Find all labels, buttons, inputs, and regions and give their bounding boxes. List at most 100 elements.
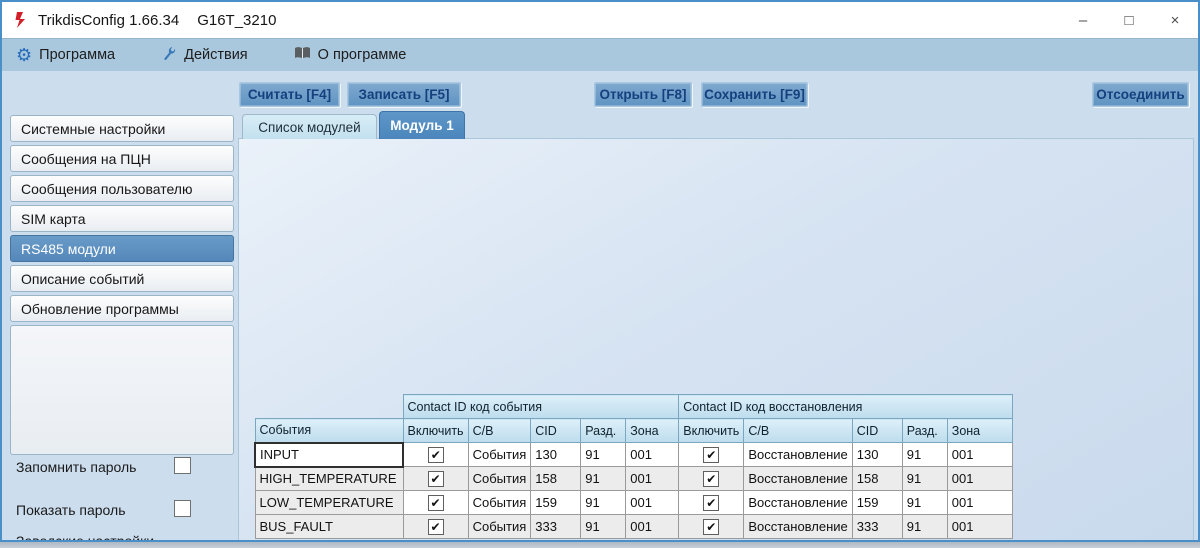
event-sv-cell[interactable]: События <box>468 443 531 467</box>
restore-enabled-checkbox[interactable]: ✔ <box>703 495 719 511</box>
event-enabled-checkbox[interactable]: ✔ <box>428 495 444 511</box>
trikdis-logo-icon <box>14 11 29 29</box>
restore-sv-cell[interactable]: Восстановление <box>744 467 852 491</box>
event-code-group-header: Contact ID код события <box>403 395 679 419</box>
event-name-cell[interactable]: BUS_FAULT <box>255 515 403 539</box>
restore-enabled-checkbox[interactable]: ✔ <box>703 519 719 535</box>
sidebar-nav: Системные настройки Сообщения на ПЦН Сообщ… <box>10 115 234 322</box>
event-name-cell[interactable]: LOW_TEMPERATURE <box>255 491 403 515</box>
event-cid-cell[interactable]: 333 <box>531 515 581 539</box>
event-partition-cell[interactable]: 91 <box>581 467 626 491</box>
event-zone-cell[interactable]: 001 <box>626 467 679 491</box>
menu-about[interactable]: О программе <box>294 46 407 64</box>
restore-enabled-cell[interactable]: ✔ <box>679 443 744 467</box>
sidebar-item-event-descriptions[interactable]: Описание событий <box>10 265 234 292</box>
window-shadow <box>0 542 1200 548</box>
sidebar-item-rs485-modules[interactable]: RS485 модули <box>10 235 234 262</box>
factory-settings-label: Заводские настройки <box>16 533 154 542</box>
sidebar-item-firmware-update[interactable]: Обновление программы <box>10 295 234 322</box>
event-enabled-cell[interactable]: ✔ <box>403 491 468 515</box>
app-window: TrikdisConfig 1.66.34 G16T_3210 – □ × ⚙ … <box>0 0 1200 542</box>
tab-module-list[interactable]: Список модулей <box>242 114 377 139</box>
table-row: LOW_TEMPERATURE✔События15991001✔Восстано… <box>255 491 1012 515</box>
window-title: TrikdisConfig 1.66.34 <box>38 12 179 29</box>
event-cid-cell[interactable]: 130 <box>531 443 581 467</box>
event-enabled-checkbox[interactable]: ✔ <box>428 519 444 535</box>
open-button[interactable]: Открыть [F8] <box>594 82 692 107</box>
event-enabled-checkbox[interactable]: ✔ <box>428 447 444 463</box>
sidebar-item-user-reporting[interactable]: Сообщения пользователю <box>10 175 234 202</box>
wrench-icon <box>161 45 177 65</box>
event-zone-cell[interactable]: 001 <box>626 515 679 539</box>
event-name-cell[interactable]: INPUT <box>255 443 403 467</box>
show-password-label: Показать пароль <box>16 502 126 518</box>
event-cid-cell[interactable]: 159 <box>531 491 581 515</box>
gear-icon: ⚙ <box>16 46 32 64</box>
restore-sv-cell[interactable]: Восстановление <box>744 443 852 467</box>
restore-partition-cell[interactable]: 91 <box>902 515 947 539</box>
restore-enabled-cell[interactable]: ✔ <box>679 515 744 539</box>
restore-zone-cell[interactable]: 001 <box>947 467 1012 491</box>
tab-module-1[interactable]: Модуль 1 <box>379 111 465 139</box>
restore-cid-cell[interactable]: 158 <box>852 467 902 491</box>
disconnect-button[interactable]: Отсоединить <box>1092 82 1189 107</box>
sidebar-item-system-settings[interactable]: Системные настройки <box>10 115 234 142</box>
menu-actions-label: Действия <box>184 47 248 63</box>
column-header-5: Зона <box>626 419 679 443</box>
restore-cid-cell[interactable]: 333 <box>852 515 902 539</box>
event-partition-cell[interactable]: 91 <box>581 491 626 515</box>
remember-password-checkbox[interactable] <box>174 457 191 474</box>
event-enabled-cell[interactable]: ✔ <box>403 515 468 539</box>
event-zone-cell[interactable]: 001 <box>626 443 679 467</box>
restore-zone-cell[interactable]: 001 <box>947 491 1012 515</box>
restore-zone-cell[interactable]: 001 <box>947 515 1012 539</box>
restore-zone-cell[interactable]: 001 <box>947 443 1012 467</box>
event-cid-cell[interactable]: 158 <box>531 467 581 491</box>
sidebar-item-sim-card[interactable]: SIM карта <box>10 205 234 232</box>
column-header-3: CID <box>531 419 581 443</box>
restore-enabled-cell[interactable]: ✔ <box>679 491 744 515</box>
table-corner-blank <box>255 395 403 419</box>
table-body: INPUT✔События13091001✔Восстановление1309… <box>255 443 1012 539</box>
restore-partition-cell[interactable]: 91 <box>902 491 947 515</box>
event-sv-cell[interactable]: События <box>468 515 531 539</box>
event-enabled-cell[interactable]: ✔ <box>403 467 468 491</box>
restore-partition-cell[interactable]: 91 <box>902 467 947 491</box>
save-button[interactable]: Сохранить [F9] <box>701 82 808 107</box>
write-button[interactable]: Записать [F5] <box>347 82 461 107</box>
menu-program[interactable]: ⚙ Программа <box>16 46 115 64</box>
restore-enabled-checkbox[interactable]: ✔ <box>703 471 719 487</box>
table-row: INPUT✔События13091001✔Восстановление1309… <box>255 443 1012 467</box>
restore-partition-cell[interactable]: 91 <box>902 443 947 467</box>
event-name-cell[interactable]: HIGH_TEMPERATURE <box>255 467 403 491</box>
event-sv-cell[interactable]: События <box>468 491 531 515</box>
restore-sv-cell[interactable]: Восстановление <box>744 491 852 515</box>
read-button[interactable]: Считать [F4] <box>239 82 340 107</box>
column-header-9: Разд. <box>902 419 947 443</box>
column-header-0: События <box>255 419 403 443</box>
table-column-header-row: СобытияВключитьС/ВCIDРазд.ЗонаВключитьС/… <box>255 419 1012 443</box>
event-sv-cell[interactable]: События <box>468 467 531 491</box>
event-partition-cell[interactable]: 91 <box>581 515 626 539</box>
close-icon[interactable]: × <box>1152 2 1198 38</box>
column-header-10: Зона <box>947 419 1012 443</box>
show-password-checkbox[interactable] <box>174 500 191 517</box>
book-icon <box>294 46 311 64</box>
event-zone-cell[interactable]: 001 <box>626 491 679 515</box>
window-device-name: G16T_3210 <box>197 12 276 29</box>
menu-bar: ⚙ Программа Действия О программе <box>2 38 1198 71</box>
remember-password-label: Запомнить пароль <box>16 459 136 475</box>
restore-sv-cell[interactable]: Восстановление <box>744 515 852 539</box>
maximize-icon[interactable]: □ <box>1106 2 1152 38</box>
event-enabled-cell[interactable]: ✔ <box>403 443 468 467</box>
menu-actions[interactable]: Действия <box>161 45 248 65</box>
restore-cid-cell[interactable]: 130 <box>852 443 902 467</box>
restore-cid-cell[interactable]: 159 <box>852 491 902 515</box>
sidebar-item-cms-reporting[interactable]: Сообщения на ПЦН <box>10 145 234 172</box>
event-partition-cell[interactable]: 91 <box>581 443 626 467</box>
event-enabled-checkbox[interactable]: ✔ <box>428 471 444 487</box>
restore-enabled-cell[interactable]: ✔ <box>679 467 744 491</box>
minimize-icon[interactable]: – <box>1060 2 1106 38</box>
column-header-8: CID <box>852 419 902 443</box>
restore-enabled-checkbox[interactable]: ✔ <box>703 447 719 463</box>
